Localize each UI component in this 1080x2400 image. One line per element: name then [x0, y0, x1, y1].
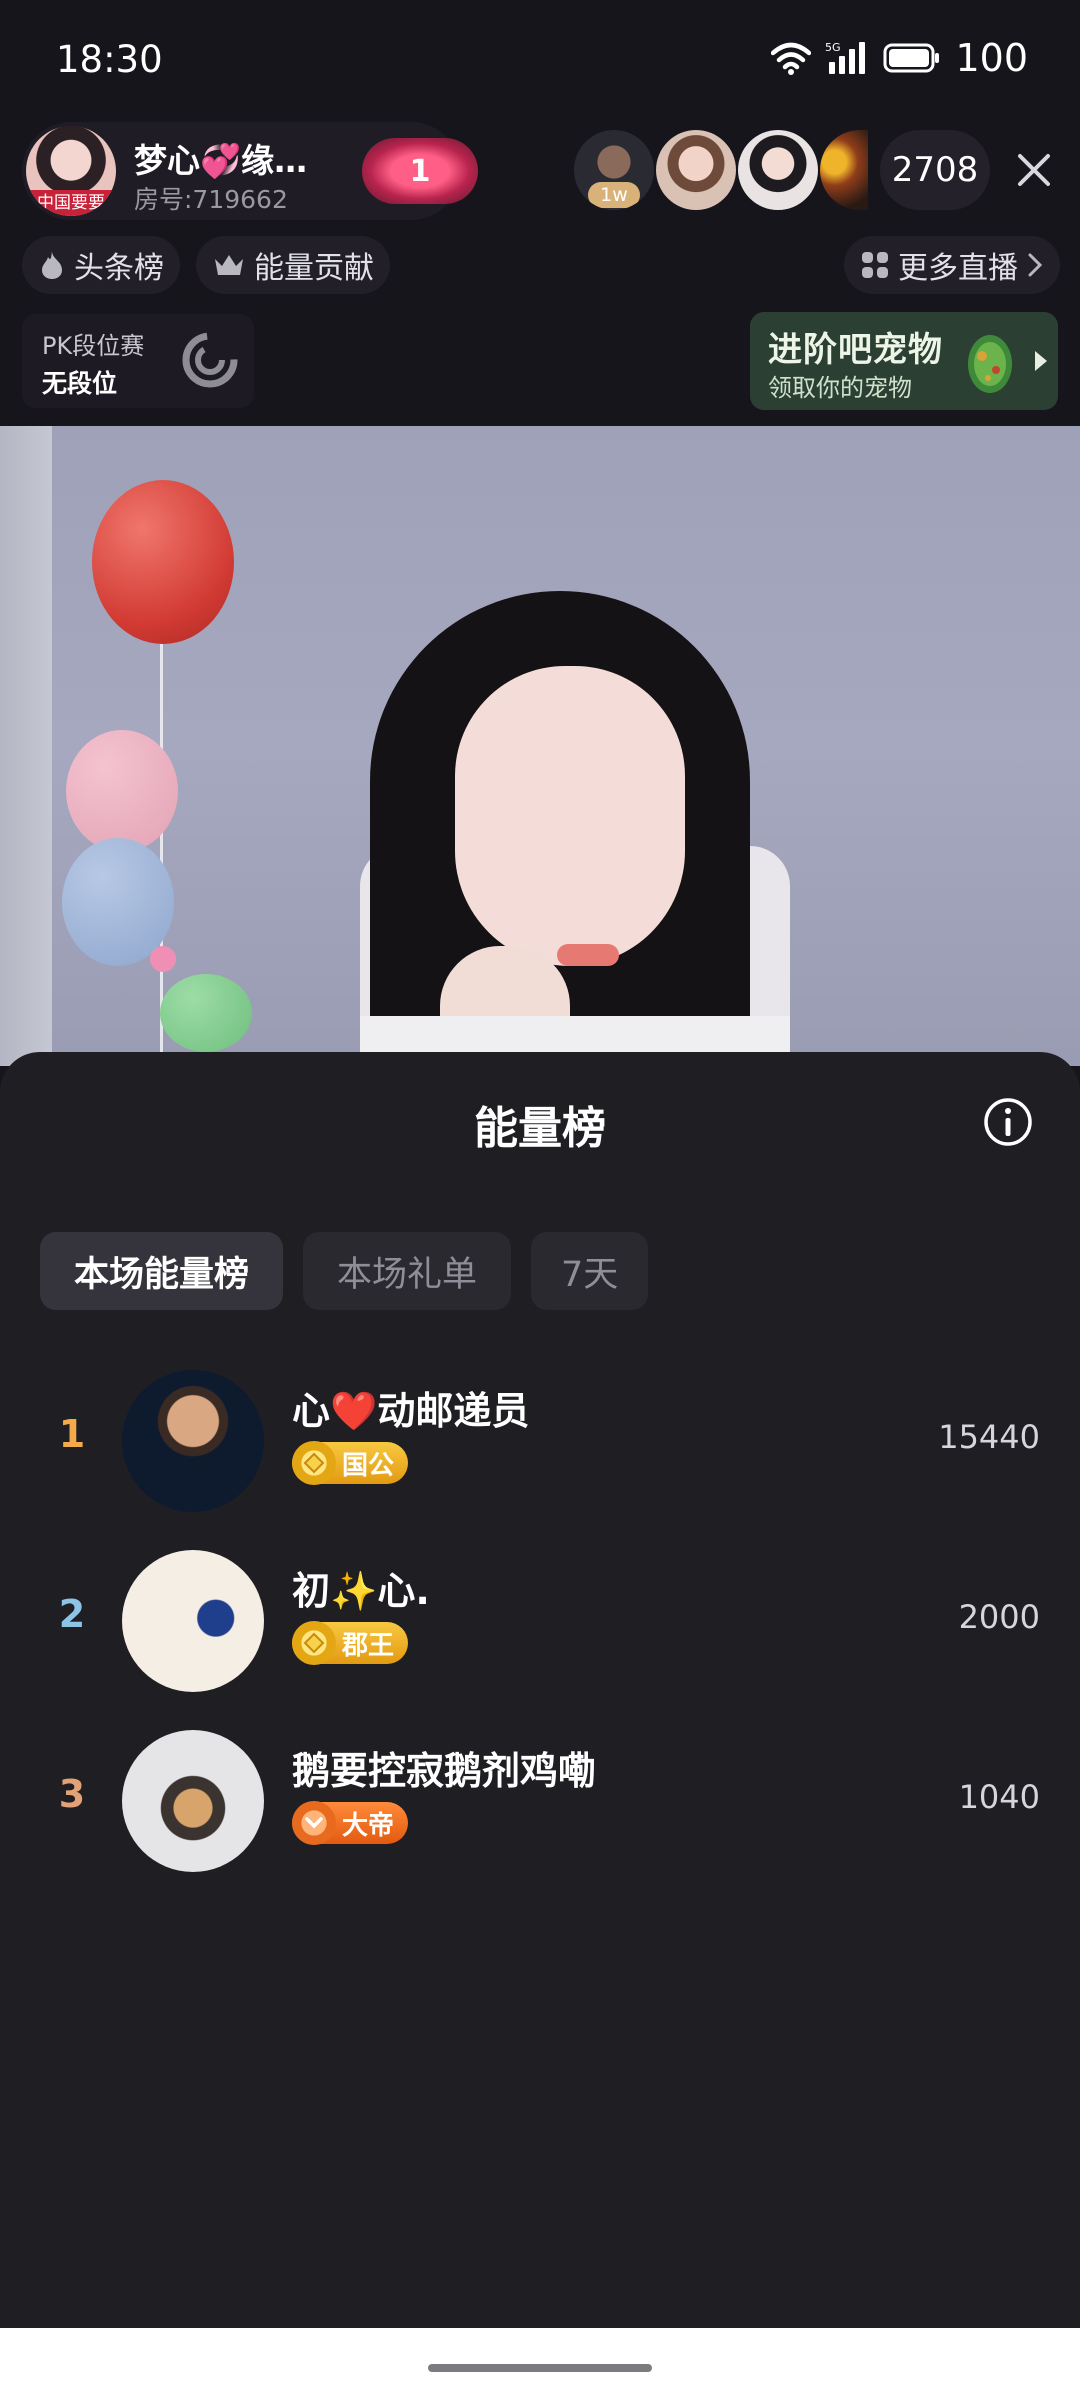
chevron-right-icon: [1028, 253, 1043, 277]
network-label: 5G: [825, 41, 841, 54]
pet-subtitle: 领取你的宠物: [768, 374, 912, 402]
status-time: 18:30: [56, 38, 163, 81]
badge-label: 郡王: [342, 1630, 395, 1661]
badge-emblem-icon: [292, 1621, 336, 1665]
leaderboard-row[interactable]: 1 心❤️动邮递员 国公 15440: [0, 1364, 1080, 1514]
pet-title: 进阶吧宠物: [768, 330, 943, 370]
energy-score: 15440: [938, 1418, 1040, 1456]
flame-icon: [42, 251, 62, 279]
tab-session-gifts[interactable]: 本场礼单: [303, 1232, 512, 1310]
more-live-label: 更多直播: [898, 251, 1018, 286]
close-icon[interactable]: [1008, 144, 1060, 196]
rank-number: 2: [58, 1592, 86, 1636]
leaderboard-row[interactable]: 2 初✨心. 郡王 2000: [0, 1544, 1080, 1694]
grid-icon: [862, 252, 888, 278]
user-avatar[interactable]: [122, 1370, 264, 1512]
noble-badge: 国公: [292, 1441, 409, 1485]
balloon: [92, 480, 234, 644]
balloon: [66, 730, 178, 852]
viewer-avatar[interactable]: 1w: [574, 130, 654, 210]
battery-level: 100: [955, 36, 1028, 80]
energy-label: 能量贡献: [254, 251, 374, 286]
follow-heart-button[interactable]: 1: [362, 138, 478, 204]
tab-7-days[interactable]: 7天: [531, 1232, 649, 1310]
badge-emblem-icon: [292, 1441, 336, 1485]
pk-title: PK段位赛: [42, 332, 145, 360]
host-info[interactable]: 中国要要 梦心💞缘… 房号:719662 1: [22, 122, 478, 220]
viewer-avatar[interactable]: [656, 130, 736, 210]
home-indicator[interactable]: [428, 2364, 652, 2372]
energy-leaderboard-sheet: 能量榜 本场能量榜 本场礼单 7天 1 心❤️动邮递员 国公 15440 2 初…: [0, 1052, 1080, 2328]
energy-score: 2000: [958, 1598, 1040, 1636]
info-icon[interactable]: [982, 1096, 1034, 1148]
tab-session-energy[interactable]: 本场能量榜: [40, 1232, 284, 1310]
balloon: [160, 974, 252, 1052]
sheet-title: 能量榜: [474, 1103, 606, 1154]
badge-label: 国公: [342, 1450, 395, 1481]
viewer-count-button[interactable]: 2708: [880, 130, 990, 210]
user-name: 心❤️动邮递员: [292, 1389, 530, 1433]
noble-badge: 郡王: [292, 1621, 409, 1665]
egg-icon: [968, 335, 1012, 393]
user-name: 鹅要控寂鹅剂鸡嘞: [292, 1749, 597, 1793]
headlines-label: 头条榜: [74, 251, 164, 286]
leaderboard-row[interactable]: 3 鹅要控寂鹅剂鸡嘞 大帝 1040: [0, 1724, 1080, 1874]
viewer-avatar[interactable]: [738, 130, 818, 210]
crown-icon: [215, 255, 243, 275]
pk-rank-card[interactable]: PK段位赛 无段位: [22, 314, 254, 408]
room-id: 房号:719662: [134, 185, 288, 214]
user-name: 初✨心.: [292, 1569, 430, 1613]
energy-score: 1040: [958, 1778, 1040, 1816]
rank-number: 3: [58, 1772, 86, 1816]
balloon: [150, 946, 176, 972]
badge-emblem-icon: [292, 1801, 336, 1845]
status-bar: 18:30 5G 100: [0, 0, 1080, 118]
signal-icon: 5G: [825, 41, 866, 74]
host-avatar-tag: 中国要要: [26, 190, 116, 216]
noble-badge: 大帝: [292, 1801, 409, 1845]
top-viewers[interactable]: 1w: [574, 130, 868, 210]
pk-rank: 无段位: [42, 369, 118, 398]
rank-number: 1: [58, 1412, 86, 1456]
badge-label: 大帝: [342, 1810, 395, 1841]
chevron-right-icon: [1035, 351, 1047, 371]
headlines-chip[interactable]: 头条榜: [22, 236, 180, 294]
energy-contribution-chip[interactable]: 能量贡献: [196, 236, 390, 294]
pk-swirl-icon: [182, 332, 238, 388]
wifi-icon: [771, 42, 812, 75]
viewer-rank-tag: 1w: [588, 182, 640, 208]
user-avatar[interactable]: [122, 1550, 264, 1692]
user-avatar[interactable]: [122, 1730, 264, 1872]
status-icons: 5G 100: [771, 36, 1028, 80]
battery-icon: [883, 43, 940, 73]
more-live-chip[interactable]: 更多直播: [844, 236, 1060, 294]
pet-promo-banner[interactable]: 进阶吧宠物 领取你的宠物: [750, 312, 1058, 410]
streamer-face: [455, 666, 685, 966]
host-avatar[interactable]: 中国要要: [26, 126, 116, 216]
leaderboard-tabs: 本场能量榜 本场礼单 7天: [40, 1232, 649, 1310]
live-video[interactable]: [0, 426, 1080, 1066]
host-name: 梦心💞缘…: [134, 141, 308, 180]
viewer-avatar[interactable]: [820, 130, 868, 210]
